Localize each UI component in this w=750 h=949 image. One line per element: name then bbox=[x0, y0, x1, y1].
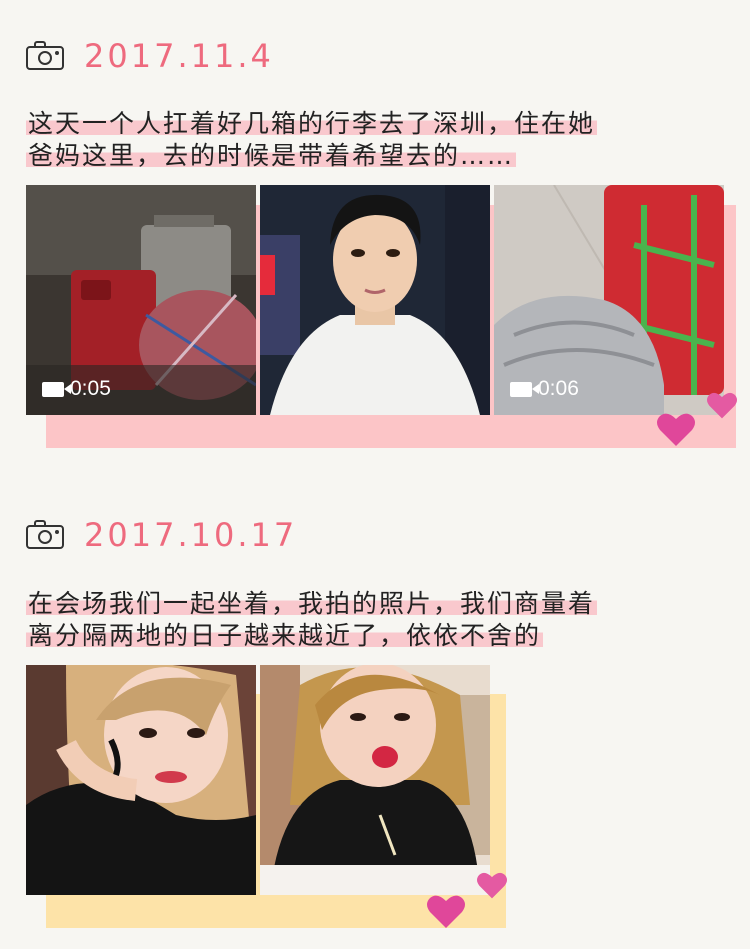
entry-2017-10-17: 2017.10.17 在会场我们一起坐着，我拍的照片，我们商量着 离分隔两地的日… bbox=[0, 0, 750, 949]
camera-icon bbox=[26, 519, 66, 551]
heart-icon bbox=[477, 872, 507, 899]
entry-text: 在会场我们一起坐着，我拍的照片，我们商量着 离分隔两地的日子越来越近了，依依不舍… bbox=[26, 588, 598, 652]
photo-thumbnail[interactable] bbox=[260, 665, 490, 895]
entry-header: 2017.10.17 bbox=[26, 516, 298, 554]
entry-text-line: 在会场我们一起坐着，我拍的照片，我们商量着 bbox=[26, 589, 598, 618]
heart-icon bbox=[427, 895, 465, 928]
entry-text-line: 离分隔两地的日子越来越近了，依依不舍的 bbox=[26, 621, 544, 650]
portrait-image bbox=[26, 665, 256, 895]
photo-grid bbox=[26, 665, 496, 895]
entry-date: 2017.10.17 bbox=[84, 516, 298, 554]
kiss-face-image bbox=[260, 665, 490, 895]
photo-thumbnail[interactable] bbox=[26, 665, 256, 895]
